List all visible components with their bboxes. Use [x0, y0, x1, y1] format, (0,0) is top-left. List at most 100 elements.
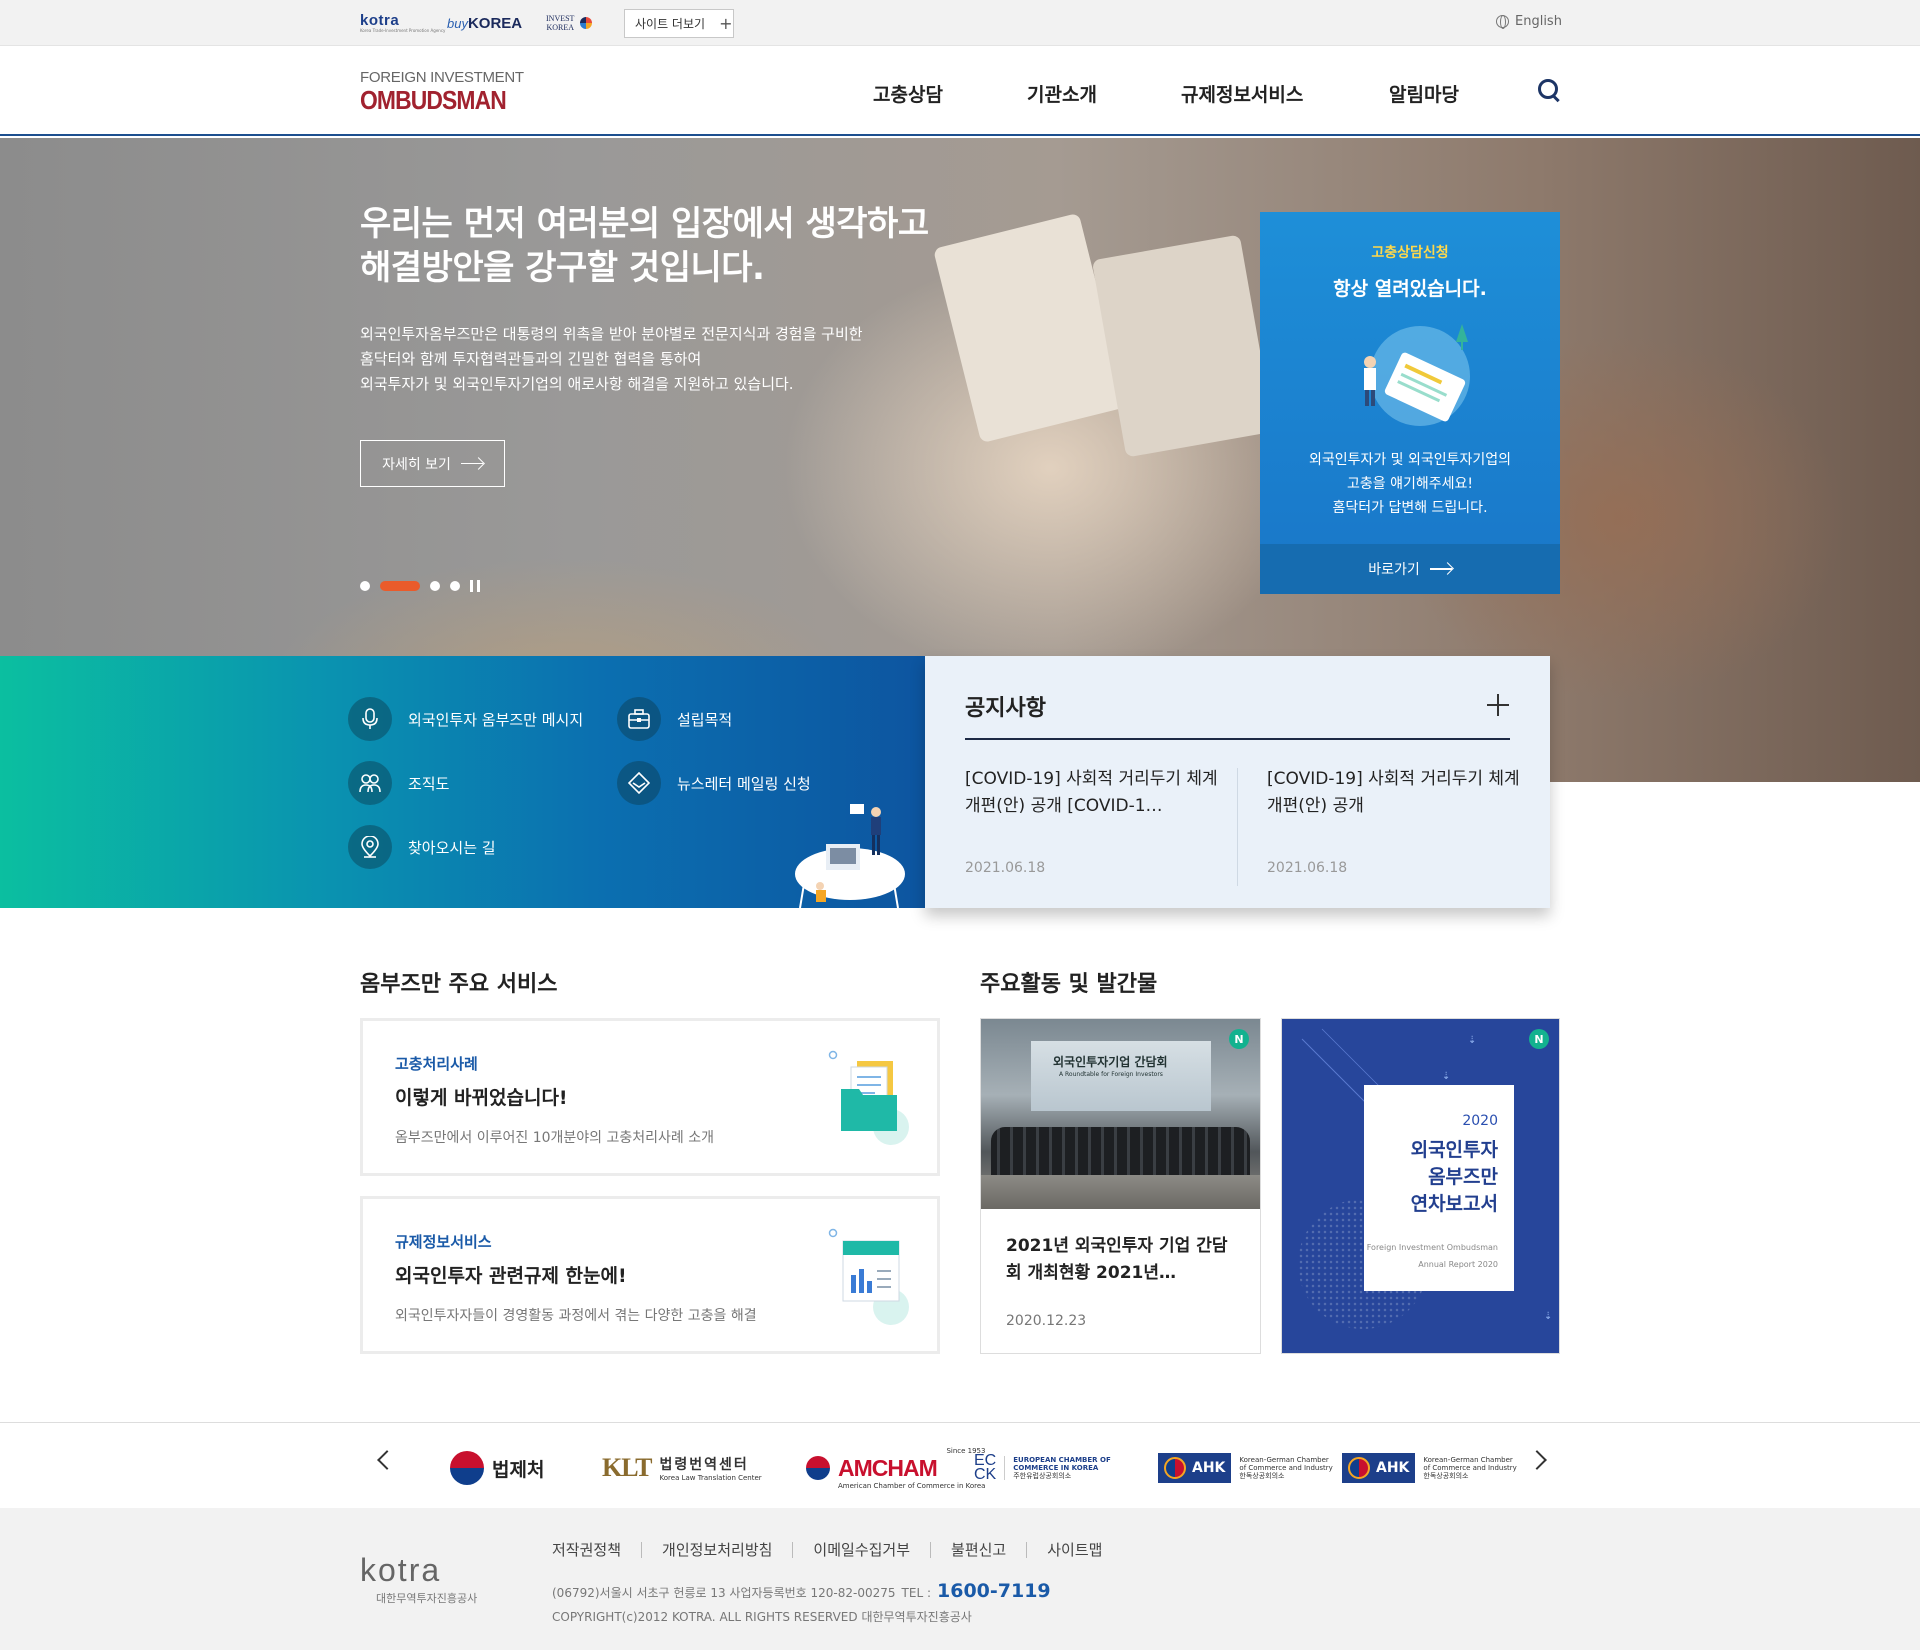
- investkorea-line1: INVEST: [546, 14, 575, 23]
- footer-logo: kotra 대한무역투자진흥공사: [360, 1554, 477, 1606]
- hero-desc-line3: 외국투자가 및 외국인투자기업의 애로사항 해결을 지원하고 있습니다.: [360, 375, 794, 393]
- nav-regulation[interactable]: 규제정보서비스: [1181, 80, 1303, 107]
- kotra-logo-sub: Korea Trade-Investment Promotion Agency: [360, 28, 446, 33]
- partner-ahk-name: AHK: [1376, 1460, 1410, 1476]
- partner-moleg[interactable]: 법제처: [450, 1451, 544, 1485]
- partner-amcham[interactable]: Since 1953 AMCHAM American Chamber of Co…: [806, 1447, 985, 1490]
- partner-ahk-en1: Korean-German Chamber: [1423, 1456, 1513, 1464]
- consult-desc-line3: 홈닥터가 답변해 드립니다.: [1332, 500, 1488, 516]
- notice-item-date: 2021.06.18: [965, 860, 1046, 876]
- partner-ahk-1[interactable]: AHK Korean-German Chamber of Commerce an…: [1158, 1451, 1333, 1485]
- quick-link-newsletter[interactable]: 뉴스레터 메일링 신청: [617, 761, 811, 805]
- buykorea-link[interactable]: buyKOREA: [447, 8, 522, 38]
- consult-title: 항상 열려있습니다.: [1333, 278, 1487, 300]
- partner-amcham-since: Since 1953: [946, 1446, 986, 1455]
- mail-icon: [617, 761, 661, 805]
- footer-link-sitemap[interactable]: 사이트맵: [1026, 1542, 1122, 1558]
- footer-link-privacy[interactable]: 개인정보처리방침: [641, 1542, 792, 1558]
- consult-go-button[interactable]: 바로가기: [1260, 544, 1560, 594]
- nav-about[interactable]: 기관소개: [1027, 80, 1097, 107]
- site-header: FOREIGN INVESTMENT OMBUDSMAN 고충상담 기관소개 규…: [0, 46, 1920, 136]
- search-icon[interactable]: [1538, 79, 1560, 101]
- service-category: 고충처리사례: [395, 1055, 478, 1073]
- notice-item-date: 2021.06.18: [1267, 860, 1348, 876]
- nav-consult[interactable]: 고충상담: [873, 80, 943, 107]
- consult-label: 고충상담신청: [1371, 245, 1449, 261]
- quick-link-organization[interactable]: 조직도: [348, 761, 449, 805]
- quick-link-directions[interactable]: 찾아오시는 길: [348, 825, 496, 869]
- service-card-cases[interactable]: 고충처리사례 이렇게 바뀌었습니다! 옴부즈만에서 이루어진 10개분야의 고충…: [360, 1018, 940, 1176]
- footer-address: (06792)서울시 서초구 헌릉로 13 사업자등록번호 120-82-002…: [552, 1580, 1051, 1602]
- slide-dot-2[interactable]: [380, 581, 420, 591]
- investkorea-link[interactable]: INVEST KOREA: [546, 8, 592, 38]
- partner-klt[interactable]: KLT 법령번역센터 Korea Law Translation Center: [602, 1451, 762, 1485]
- more-sites-button[interactable]: 사이트 더보기 +: [624, 9, 734, 38]
- folder-documents-icon: [828, 1050, 909, 1145]
- photo-floor: [981, 1175, 1260, 1209]
- consult-description: 외국인투자가 및 외국인투자기업의 고충을 얘기해주세요! 홈닥터가 답변해 드…: [1260, 448, 1560, 520]
- site-footer: kotra 대한무역투자진흥공사 저작권정책 개인정보처리방침 이메일수집거부 …: [0, 1508, 1920, 1650]
- report-title-line3: 연차보고서: [1410, 1193, 1498, 1215]
- notice-item-title: [COVID-19] 사회적 거리두기 체계 개편(안) 공개: [1267, 769, 1520, 816]
- footer-links: 저작권정책 개인정보처리방침 이메일수집거부 불편신고 사이트맵: [552, 1542, 1122, 1558]
- partner-ahk-2[interactable]: AHK Korean-German Chamber of Commerce an…: [1342, 1451, 1517, 1485]
- service-description: 옴부즈만에서 이루어진 10개분야의 고충처리사례 소개: [395, 1130, 714, 1146]
- pause-icon[interactable]: [470, 580, 480, 592]
- puzzle-piece-image: [1091, 234, 1275, 458]
- footer-tel: 1600-7119: [937, 1580, 1051, 1602]
- hero-description: 외국인투자옴부즈만은 대통령의 위촉을 받아 분야별로 전문지식과 경험을 구비…: [360, 322, 863, 397]
- slide-dot-4[interactable]: [450, 581, 460, 591]
- partner-amcham-en: American Chamber of Commerce in Korea: [838, 1481, 986, 1490]
- site-logo[interactable]: FOREIGN INVESTMENT OMBUDSMAN: [360, 69, 526, 115]
- svg-text:⇣: ⇣: [1468, 1035, 1476, 1046]
- footer-link-email-refusal[interactable]: 이메일수집거부: [792, 1542, 930, 1558]
- partner-ahk-ko: 한독상공회의소: [1423, 1472, 1469, 1480]
- logo-line1: FOREIGN INVESTMENT: [360, 69, 524, 86]
- notice-more-plus-icon[interactable]: [1487, 694, 1509, 716]
- partner-moleg-name: 법제처: [492, 1458, 545, 1481]
- chevron-left-icon[interactable]: [377, 1450, 397, 1470]
- partner-ahk-en2: of Commerce and Industry: [1423, 1464, 1517, 1472]
- partner-ecck[interactable]: EC CK EUROPEAN CHAMBER OF COMMERCE IN KO…: [974, 1451, 1111, 1485]
- chevron-right-icon[interactable]: [1527, 1450, 1547, 1470]
- activity-card-roundtable[interactable]: 외국인투자기업 간담회 A Roundtable for Foreign Inv…: [980, 1018, 1261, 1354]
- hero-desc-line1: 외국인투자옴부즈만은 대통령의 위촉을 받아 분야별로 전문지식과 경험을 구비…: [360, 325, 863, 343]
- quick-link-label: 설립목적: [677, 710, 733, 729]
- photo-banner: 외국인투자기업 간담회 A Roundtable for Foreign Inv…: [1031, 1041, 1211, 1111]
- hero-desc-line2: 홈닥터와 함께 투자협력관들과의 긴밀한 협력을 통하여: [360, 350, 702, 368]
- report-title: 외국인투자 옴부즈만 연차보고서: [1411, 1137, 1498, 1218]
- consult-desc-line2: 고충을 얘기해주세요!: [1347, 476, 1473, 492]
- partner-klt-name: 법령번역센터: [659, 1457, 749, 1473]
- service-headline: 이렇게 바뀌었습니다!: [395, 1087, 568, 1109]
- notice-item[interactable]: [COVID-19] 사회적 거리두기 체계 개편(안) 공개 2021.06.…: [1267, 766, 1522, 876]
- ahk-emblem-icon: [1348, 1457, 1370, 1479]
- slide-dot-1[interactable]: [360, 581, 370, 591]
- globe-icon: [1496, 15, 1509, 29]
- detail-button[interactable]: 자세히 보기: [360, 440, 505, 487]
- footer-logo-sub: 대한무역투자진흥공사: [376, 1592, 478, 1605]
- nav-notice[interactable]: 알림마당: [1389, 80, 1459, 107]
- quick-links-band: 외국인투자 옴부즈만 메시지 설립목적 조직도 뉴스레터 메일링 신청 찾아오시…: [0, 656, 925, 908]
- service-description: 외국인투자자들이 경영활동 과정에서 겪는 다양한 고충을 해결: [395, 1308, 757, 1324]
- activity-card-annual-report[interactable]: ⇣ ⇣ ⇣ 2020 외국인투자 옴부즈만 연차보고서 Foreign Inve…: [1281, 1018, 1560, 1354]
- service-category: 규제정보서비스: [395, 1233, 492, 1251]
- footer-link-copyright[interactable]: 저작권정책: [552, 1542, 641, 1558]
- report-title-line1: 외국인투자: [1410, 1139, 1498, 1161]
- quick-link-message[interactable]: 외국인투자 옴부즈만 메시지: [348, 697, 583, 741]
- language-switch[interactable]: English: [1496, 14, 1562, 29]
- activities-section-title: 주요활동 및 발간물: [980, 972, 1158, 997]
- partner-ecck-ko: 주한유럽상공회의소: [1013, 1472, 1072, 1480]
- service-card-regulation[interactable]: 규제정보서비스 외국인투자 관련규제 한눈에! 외국인투자자들이 경영활동 과정…: [360, 1196, 940, 1354]
- footer-link-report[interactable]: 불편신고: [930, 1542, 1026, 1558]
- language-label: English: [1515, 14, 1562, 29]
- consult-panel: 고충상담신청 항상 열려있습니다. 외국인투자가 및 외국인투자기업의 고충을 …: [1260, 212, 1560, 594]
- report-en-line1: Foreign Investment Ombudsman: [1366, 1243, 1498, 1252]
- quick-link-purpose[interactable]: 설립목적: [617, 697, 732, 741]
- arrow-right-icon: [1429, 568, 1452, 570]
- report-english-title: Foreign Investment Ombudsman Annual Repo…: [1367, 1239, 1498, 1273]
- kotra-link[interactable]: kotra Korea Trade-Investment Promotion A…: [360, 8, 445, 38]
- notice-item[interactable]: [COVID-19] 사회적 거리두기 체계 개편(안) 공개 [COVID-1…: [965, 766, 1220, 876]
- footer-tel-label: TEL :: [901, 1586, 931, 1600]
- chart-document-icon: [828, 1228, 909, 1325]
- slide-dot-3[interactable]: [430, 581, 440, 591]
